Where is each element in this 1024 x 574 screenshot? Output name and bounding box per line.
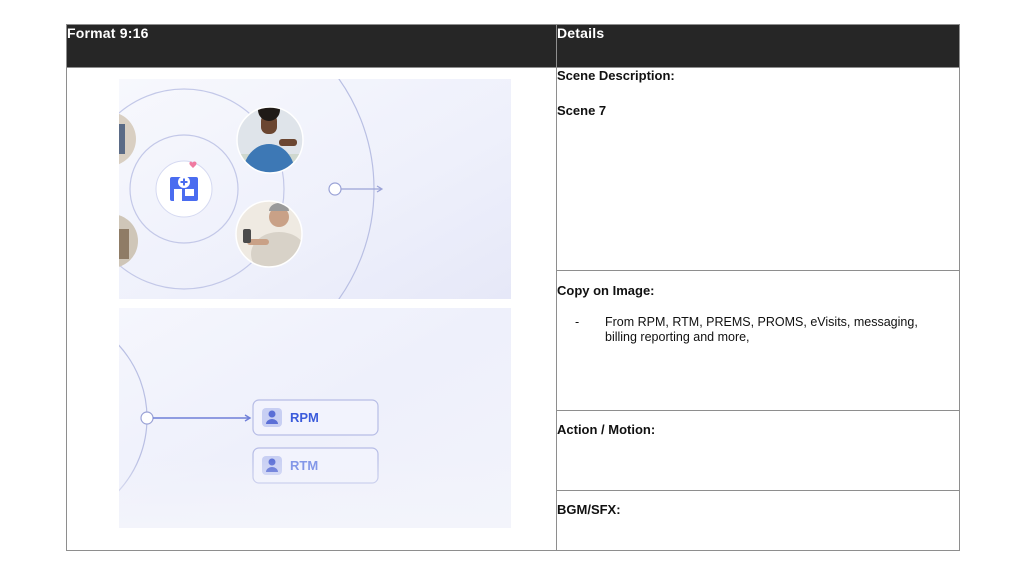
rpm-chip-label: RPM — [290, 410, 319, 425]
storyboard-table: Format 9:16 Details RPM RTM Scene Descri… — [66, 24, 960, 551]
storyboard-slide: Format 9:16 Details RPM RTM Scene Descri… — [0, 0, 1024, 574]
copy-on-image-cell: Copy on Image: - From RPM, RTM, PREMS, P… — [556, 270, 960, 411]
user-icon — [268, 410, 276, 418]
visual-cell: RPM RTM — [66, 67, 557, 551]
scene-description-label: Scene Description: — [557, 68, 675, 83]
rtm-chip-label: RTM — [290, 458, 319, 473]
bullet-dash: - — [575, 315, 580, 329]
bgm-sfx-cell: BGM/SFX: — [556, 490, 960, 551]
bgm-sfx-label: BGM/SFX: — [557, 502, 621, 517]
storyboard-frame-1 — [119, 79, 511, 299]
scene-description-cell: Scene Description: Scene 7 — [556, 67, 960, 271]
action-motion-cell: Action / Motion: — [556, 410, 960, 491]
header-row: Format 9:16 Details — [66, 24, 960, 68]
orbit-node — [328, 182, 342, 196]
storyboard-frame-2: RPM RTM — [119, 308, 511, 528]
copy-on-image-label: Copy on Image: — [557, 283, 655, 298]
orbit-node-2 — [140, 411, 154, 425]
format-header: Format 9:16 — [66, 24, 557, 68]
copy-text: From RPM, RTM, PREMS, PROMS, eVisits, me… — [605, 315, 918, 344]
details-header: Details — [556, 24, 960, 68]
action-motion-label: Action / Motion: — [557, 422, 656, 437]
copy-bullet: - From RPM, RTM, PREMS, PROMS, eVisits, … — [557, 315, 959, 345]
scene-row: RPM RTM Scene Description: Scene 7 — [66, 67, 960, 551]
scene-number: Scene 7 — [557, 103, 607, 118]
